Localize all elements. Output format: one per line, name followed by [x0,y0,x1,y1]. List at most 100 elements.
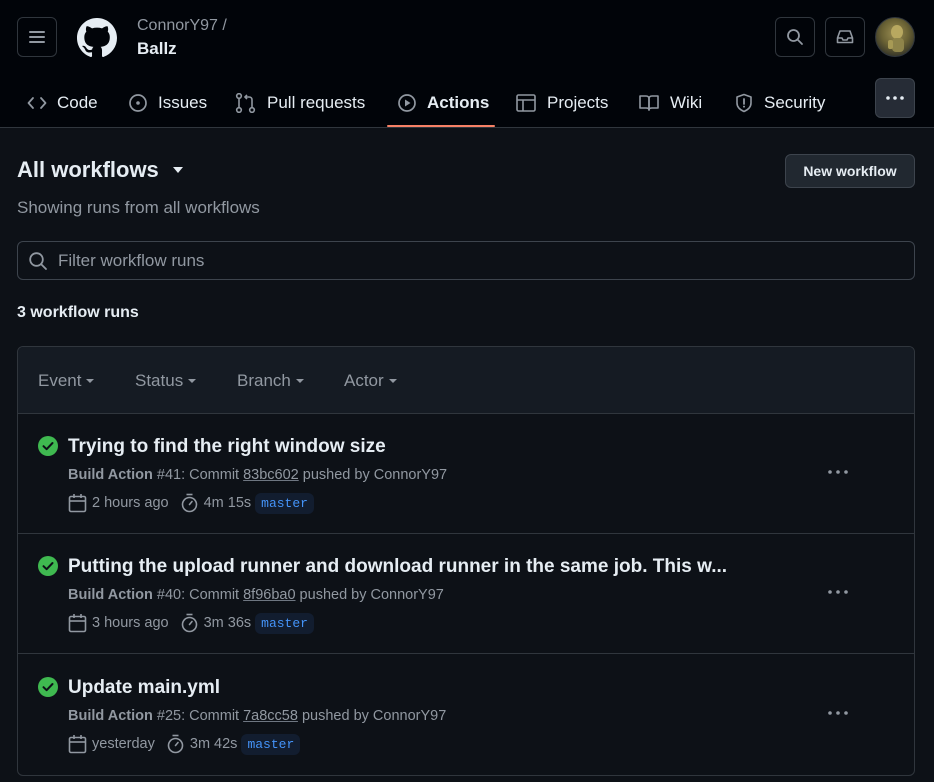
branch-label[interactable]: master [255,492,314,514]
run-meta: Build Action #41: Commit 83bc602 pushed … [68,467,447,483]
check-circle-icon [38,436,58,456]
repo-owner-link[interactable]: ConnorY97 / [137,17,227,35]
inbox-icon [836,30,854,44]
tab-label: Issues [158,93,208,112]
search-button[interactable] [775,17,815,57]
commit-sha-link[interactable]: 7a8cc58 [243,708,298,724]
commit-prefix: : Commit [181,467,244,483]
run-footer: yesterday 3m 42s master [68,732,301,756]
menu-button[interactable] [17,17,57,57]
branch-filter-dropdown[interactable]: Branch [237,371,304,391]
runs-filter-bar: Event Status Branch Actor [18,347,914,414]
run-time: 2 hours ago [92,495,169,511]
run-time: 3 hours ago [92,615,169,631]
calendar-icon [68,494,87,513]
tab-actions[interactable]: Actions [397,78,489,128]
actor-filter-dropdown[interactable]: Actor [344,371,397,391]
tab-issues[interactable]: Issues [128,78,207,128]
repo-nav-tabs: Code Issues Pull requests Actions Projec… [0,78,934,128]
workflow-run-count: 3 workflow runs [17,304,139,321]
active-tab-indicator [387,125,495,127]
workflows-dropdown[interactable]: All workflows [17,157,183,183]
page-subtitle: Showing runs from all workflows [17,198,260,217]
filter-label: Event [38,371,82,390]
caret-down-icon [86,379,95,383]
run-duration: 4m 15s [203,495,252,511]
stopwatch-icon [181,613,197,633]
filter-runs-input[interactable] [58,250,858,271]
shield-icon [736,93,752,113]
new-workflow-button[interactable]: New workflow [785,154,915,188]
filter-label: Branch [237,371,291,390]
pull-request-icon [235,93,256,113]
tab-security[interactable]: Security [734,78,825,128]
commit-prefix: : Commit [181,708,244,724]
kebab-horizontal-icon [828,590,848,594]
hamburger-icon [29,31,45,43]
event-filter-dropdown[interactable]: Event [38,371,95,391]
workflow-run-row: Putting the upload runner and download r… [18,534,914,654]
code-icon [27,97,47,109]
tab-label: Pull requests [267,93,366,112]
workflow-name: Build Action [68,587,153,603]
tab-wiki[interactable]: Wiki [638,78,702,128]
kebab-horizontal-icon [828,470,848,474]
pushed-by: pushed by ConnorY97 [297,708,447,724]
run-options-button[interactable] [826,703,850,723]
calendar-icon [68,735,87,754]
commit-sha-link[interactable]: 83bc602 [243,467,299,483]
status-filter-dropdown[interactable]: Status [135,371,197,391]
avatar-image-icon [888,25,904,52]
caret-down-icon [188,379,197,383]
run-number: #41 [156,467,182,483]
pushed-by: pushed by ConnorY97 [298,467,448,483]
tab-label: Actions [427,93,490,112]
pushed-by: pushed by ConnorY97 [295,587,444,603]
tab-label: Code [57,93,98,112]
tab-code[interactable]: Code [27,78,98,128]
tab-projects[interactable]: Projects [515,78,608,128]
workflow-runs-list: Event Status Branch Actor Trying to find… [17,346,915,776]
repo-name-link[interactable]: Ballz [137,39,177,59]
tab-pull-requests[interactable]: Pull requests [235,78,365,128]
filter-label: Actor [344,371,384,390]
workflow-run-row: Update main.yml Build Action #25: Commit… [18,655,914,775]
filter-label: Status [135,371,184,390]
kebab-horizontal-icon [828,711,848,715]
run-title-link[interactable]: Trying to find the right window size [68,436,386,458]
github-logo-icon[interactable] [77,18,117,58]
run-options-button[interactable] [826,582,850,602]
run-title-link[interactable]: Putting the upload runner and download r… [68,556,727,578]
branch-label[interactable]: master [255,612,314,634]
run-footer: 3 hours ago 3m 36s master [68,611,314,635]
more-tabs-button[interactable] [875,78,915,118]
page-title: All workflows [17,157,159,182]
tab-label: Wiki [670,93,703,112]
commit-sha-link[interactable]: 8f96ba0 [243,587,295,603]
inbox-button[interactable] [825,17,865,57]
tab-label: Security [764,93,826,112]
run-duration: 3m 36s [203,615,252,631]
caret-down-icon [172,167,183,173]
search-icon [787,29,803,45]
workflow-name: Build Action [68,708,153,724]
run-duration: 3m 42s [189,736,238,752]
tab-label: Projects [547,93,609,112]
issue-icon [129,94,147,112]
table-icon [516,94,536,112]
caret-down-icon [388,379,397,383]
run-title-link[interactable]: Update main.yml [68,677,220,699]
stopwatch-icon [167,734,184,754]
commit-prefix: : Commit [181,587,244,603]
repo-header: ConnorY97 / Ballz Code Issues Pull reque… [0,0,934,128]
branch-label[interactable]: master [241,733,301,755]
run-options-button[interactable] [826,462,850,482]
check-circle-icon [38,677,58,697]
run-time: yesterday [92,736,155,752]
user-avatar[interactable] [875,17,915,57]
filter-runs-field[interactable] [17,241,915,280]
workflow-run-row: Trying to find the right window size Bui… [18,414,914,534]
search-icon [29,251,47,270]
calendar-icon [68,614,87,633]
stopwatch-icon [181,493,197,513]
